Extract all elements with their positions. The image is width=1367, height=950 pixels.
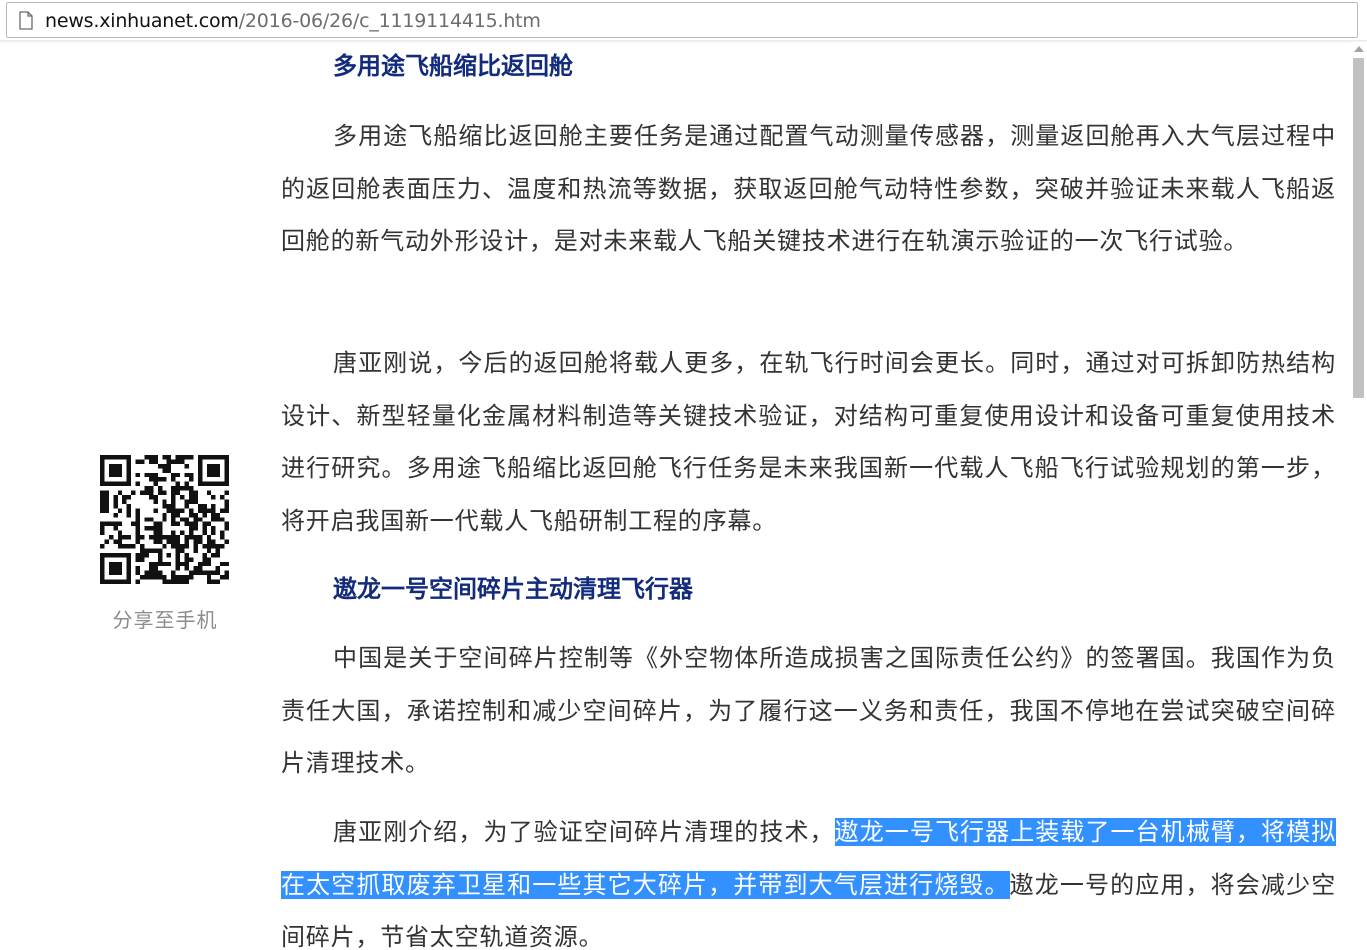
scroll-thumb[interactable] — [1353, 58, 1364, 398]
paragraph-aolong-arm: 唐亚刚介绍，为了验证空间碎片清理的技术，遨龙一号飞行器上装载了一台机械臂，将模拟… — [281, 806, 1336, 950]
para4-text-before: 唐亚刚介绍，为了验证空间碎片清理的技术， — [333, 818, 835, 846]
article-body: 多用途飞船缩比返回舱 多用途飞船缩比返回舱主要任务是通过配置气动测量传感器，测量… — [281, 0, 1341, 950]
paragraph-return-capsule: 多用途飞船缩比返回舱主要任务是通过配置气动测量传感器，测量返回舱再入大气层过程中… — [281, 122, 1336, 255]
vertical-scrollbar[interactable] — [1350, 42, 1367, 950]
url-host: news.xinhuanet.com — [45, 10, 239, 32]
page-icon — [19, 11, 33, 30]
scroll-up-arrow-icon[interactable] — [1354, 46, 1364, 52]
paragraph-future-capsule: 唐亚刚说，今后的返回舱将载人更多，在轨飞行时间会更长。同时，通过对可拆卸防热结构… — [281, 349, 1336, 535]
section-heading-aolong: 遨龙一号空间碎片主动清理飞行器 — [333, 574, 693, 603]
share-to-phone-label: 分享至手机 — [112, 608, 218, 632]
qr-code — [100, 455, 229, 584]
section-heading-return-capsule: 多用途飞船缩比返回舱 — [333, 51, 573, 80]
paragraph-space-debris: 中国是关于空间碎片控制等《外空物体所造成损害之国际责任公约》的签署国。我国作为负… — [281, 644, 1336, 777]
